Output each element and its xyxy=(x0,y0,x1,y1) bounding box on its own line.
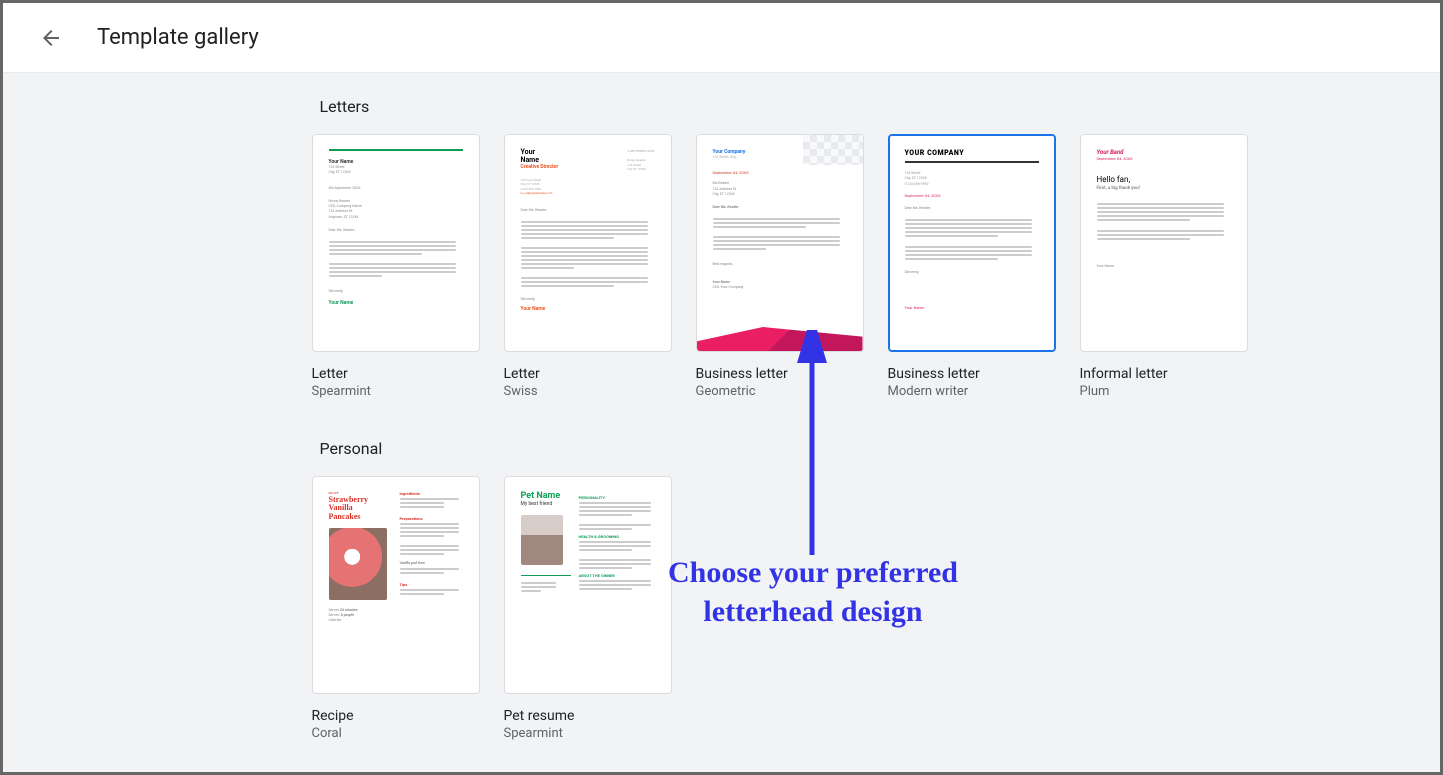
template-thumb-swiss[interactable]: Your Name Creative Director 4 SEPTEMBER … xyxy=(504,134,672,352)
template-subtitle: Modern writer xyxy=(888,384,1056,399)
section-title-personal: Personal xyxy=(320,439,1282,458)
template-subtitle: Coral xyxy=(312,726,480,741)
template-name: Business letter xyxy=(888,366,1056,382)
template-subtitle: Spearmint xyxy=(312,384,480,399)
template-subtitle: Spearmint xyxy=(504,726,672,741)
template-thumb-pet-resume[interactable]: Pet Name My best friend PERSONALITY xyxy=(504,476,672,694)
template-thumb-geometric[interactable]: Your Company 123 Street, City September … xyxy=(696,134,864,352)
app-header: Template gallery xyxy=(3,3,1440,73)
arrow-back-icon xyxy=(39,26,63,50)
template-name: Letter xyxy=(312,366,480,382)
template-card-swiss: Your Name Creative Director 4 SEPTEMBER … xyxy=(504,134,672,399)
template-card-spearmint: Your Name 123 StreetCity, ST 12345 4th S… xyxy=(312,134,480,399)
template-card-pet-resume: Pet Name My best friend PERSONALITY xyxy=(504,476,672,741)
template-name: Informal letter xyxy=(1080,366,1248,382)
template-thumb-modern-writer[interactable]: YOUR COMPANY 123 StreetCity, ST 12345(12… xyxy=(888,134,1056,352)
template-card-plum: Your Band September 04, 20XX Hello fan, … xyxy=(1080,134,1248,399)
template-name: Letter xyxy=(504,366,672,382)
template-subtitle: Geometric xyxy=(696,384,864,399)
template-row-letters: Your Name 123 StreetCity, ST 12345 4th S… xyxy=(312,134,1282,399)
template-subtitle: Plum xyxy=(1080,384,1248,399)
content-area: Letters Your Name 123 StreetCity, ST 123… xyxy=(3,73,1440,772)
section-title-letters: Letters xyxy=(320,97,1282,116)
template-card-geometric: Your Company 123 Street, City September … xyxy=(696,134,864,399)
template-name: Pet resume xyxy=(504,708,672,724)
template-subtitle: Swiss xyxy=(504,384,672,399)
template-row-personal: RECIPE Strawberry Vanilla Pancakes Serve… xyxy=(312,476,1282,741)
template-thumb-spearmint[interactable]: Your Name 123 StreetCity, ST 12345 4th S… xyxy=(312,134,480,352)
back-button[interactable] xyxy=(31,18,71,58)
template-name: Recipe xyxy=(312,708,480,724)
template-card-modern-writer: YOUR COMPANY 123 StreetCity, ST 12345(12… xyxy=(888,134,1056,399)
page-title: Template gallery xyxy=(97,25,259,50)
template-card-recipe: RECIPE Strawberry Vanilla Pancakes Serve… xyxy=(312,476,480,741)
template-thumb-recipe[interactable]: RECIPE Strawberry Vanilla Pancakes Serve… xyxy=(312,476,480,694)
template-thumb-plum[interactable]: Your Band September 04, 20XX Hello fan, … xyxy=(1080,134,1248,352)
template-name: Business letter xyxy=(696,366,864,382)
